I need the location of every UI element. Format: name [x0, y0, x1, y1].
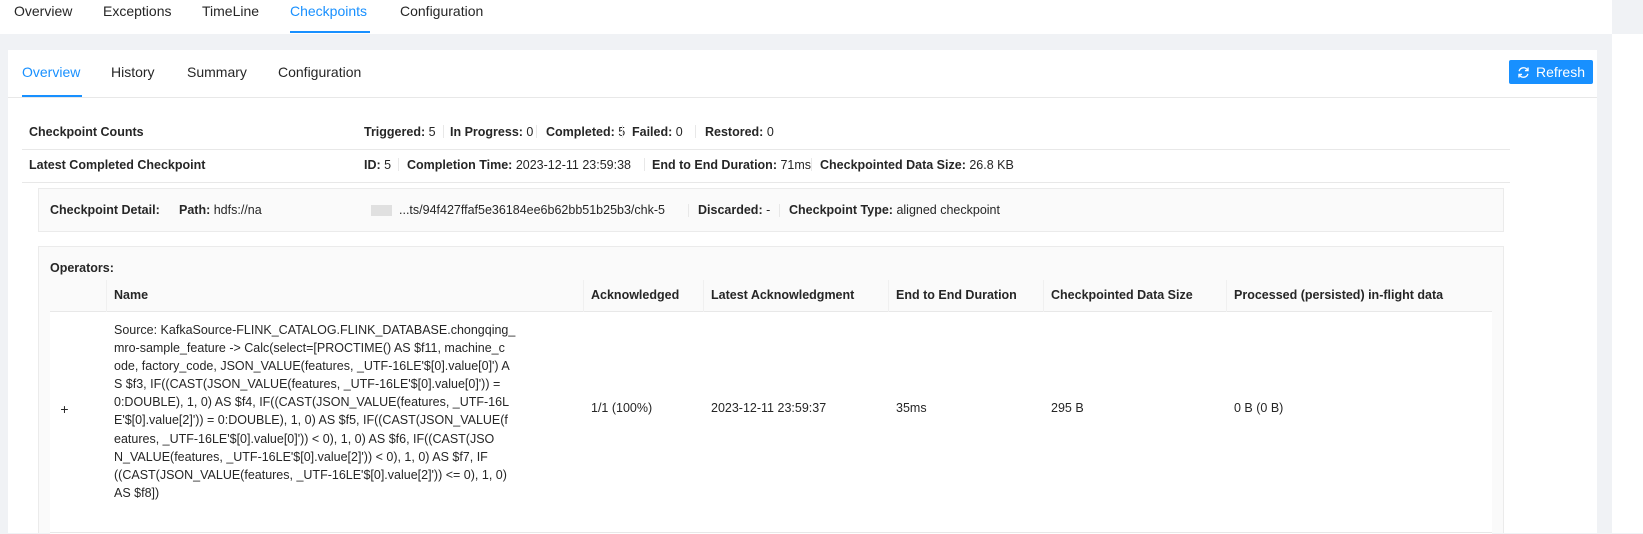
column-header-checkpointed-data-size[interactable]: Checkpointed Data Size [1051, 288, 1193, 302]
divider [695, 125, 696, 138]
in-progress-count: In Progress: 0 [450, 125, 534, 139]
operator-name: Source: KafkaSource-FLINK_CATALOG.FLINK_… [114, 323, 516, 500]
latest-acknowledgment-value: 2023-12-11 23:59:37 [711, 401, 827, 415]
refresh-label: Refresh [1535, 64, 1586, 80]
tab-overview[interactable]: Overview [14, 3, 72, 19]
divider [443, 125, 444, 138]
sync-icon [1518, 66, 1529, 78]
checkpoint-sub-nav: Overview History Summary Configuration R… [8, 50, 1597, 98]
divider [688, 204, 689, 217]
data-size-value: 295 B [1051, 401, 1084, 415]
divider [536, 125, 537, 138]
column-header-latest-acknowledgment[interactable]: Latest Acknowledgment [711, 288, 854, 302]
active-subtab-indicator [22, 95, 82, 97]
tab-exceptions[interactable]: Exceptions [103, 3, 171, 19]
tab-timeline[interactable]: TimeLine [202, 3, 259, 19]
checkpoint-path-suffix: ...ts/94f427ffaf5e36184ee6b62bb51b25b3/c… [399, 203, 665, 217]
subtab-configuration[interactable]: Configuration [278, 64, 361, 80]
operators-panel: Operators: Name Acknowledged Latest Ackn… [38, 246, 1504, 534]
divider [779, 204, 780, 217]
divider [811, 158, 812, 171]
checkpoint-path: Path: hdfs://na [179, 203, 262, 217]
duration-value: 35ms [896, 401, 927, 415]
checkpoint-counts-label: Checkpoint Counts [29, 125, 144, 139]
divider [644, 158, 645, 171]
checkpointed-data-size: Checkpointed Data Size: 26.8 KB [820, 158, 1014, 172]
completion-time: Completion Time: 2023-12-11 23:59:38 [407, 158, 631, 172]
completed-count: Completed: 5 [546, 125, 625, 139]
discarded-status: Discarded: - [698, 203, 771, 217]
checkpoint-detail-label: Checkpoint Detail: [50, 203, 160, 217]
column-divider [1226, 280, 1227, 312]
column-divider [703, 280, 704, 312]
tab-checkpoints[interactable]: Checkpoints [290, 3, 367, 19]
column-divider [888, 280, 889, 312]
subtab-summary[interactable]: Summary [187, 64, 247, 80]
tab-configuration[interactable]: Configuration [400, 3, 483, 19]
checkpoint-id: ID: 5 [364, 158, 392, 172]
plus-icon[interactable]: + [57, 401, 72, 417]
restored-count: Restored: 0 [705, 125, 774, 139]
column-divider [106, 280, 107, 312]
acknowledged-value: 1/1 (100%) [591, 401, 653, 415]
checkpoint-detail-panel: Checkpoint Detail: Path: hdfs://na ...ts… [38, 188, 1504, 232]
column-header-in-flight-data[interactable]: Processed (persisted) in-flight data [1234, 288, 1443, 302]
job-top-nav: Overview Exceptions TimeLine Checkpoints… [0, 0, 1612, 34]
column-header-acknowledged[interactable]: Acknowledged [591, 288, 679, 302]
redaction-mark [371, 205, 392, 216]
latest-checkpoint-label: Latest Completed Checkpoint [29, 158, 206, 172]
table-header: Name Acknowledged Latest Acknowledgment … [50, 280, 1492, 312]
column-divider [1043, 280, 1044, 312]
refresh-button[interactable]: Refresh [1509, 60, 1593, 84]
failed-count: Failed: 0 [632, 125, 683, 139]
in-flight-data-value: 0 B (0 B) [1234, 401, 1284, 415]
operators-label: Operators: [50, 261, 114, 275]
column-header-end-to-end-duration[interactable]: End to End Duration [896, 288, 1017, 302]
subtab-history[interactable]: History [111, 64, 155, 80]
latest-checkpoint-row: Latest Completed Checkpoint ID: 5 Comple… [22, 149, 1510, 183]
operators-table: Name Acknowledged Latest Acknowledgment … [50, 280, 1492, 534]
triggered-count: Triggered: 5 [364, 125, 436, 139]
checkpoint-type: Checkpoint Type: aligned checkpoint [789, 203, 1000, 217]
active-tab-indicator [290, 31, 370, 33]
right-gutter [1612, 34, 1643, 533]
column-header-name[interactable]: Name [114, 288, 148, 302]
subtab-overview[interactable]: Overview [22, 64, 80, 80]
column-divider [583, 280, 584, 312]
checkpoint-counts-row: Checkpoint Counts Triggered: 5 In Progre… [22, 116, 1510, 150]
divider [398, 158, 399, 171]
end-to-end-duration: End to End Duration: 71ms [652, 158, 812, 172]
divider [622, 125, 623, 138]
